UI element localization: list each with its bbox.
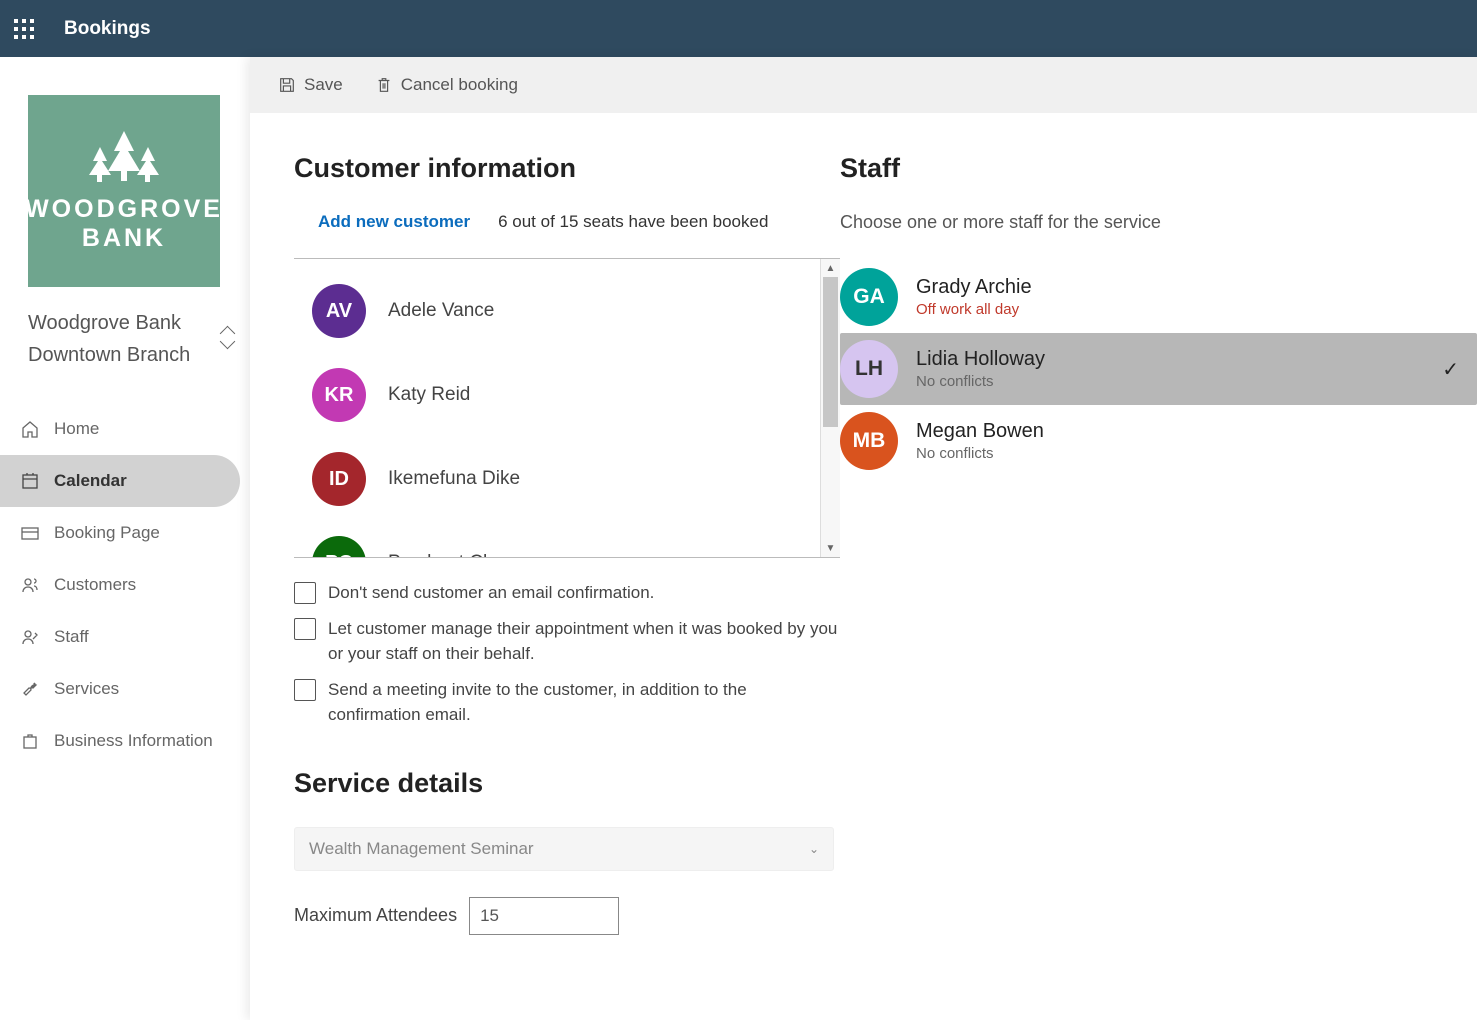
checkbox-send-invite-label: Send a meeting invite to the customer, i… [328,677,840,728]
customer-avatar: AV [312,284,366,338]
nav-item-label: Home [54,419,99,439]
max-attendees-label: Maximum Attendees [294,905,457,926]
customer-list-scrollbar[interactable]: ▲ ▼ [820,259,840,557]
chevron-down-icon: ⌄ [809,842,819,856]
staff-status: No conflicts [916,373,1424,390]
service-select[interactable]: Wealth Management Seminar ⌄ [294,827,834,871]
brand-line-2: BANK [82,224,166,253]
staff-name: Lidia Holloway [916,348,1424,371]
home-icon [20,419,40,439]
staff-row[interactable]: MB Megan Bowen No conflicts [840,405,1477,477]
business-name-line1: Woodgrove Bank [28,307,190,339]
checkbox-let-manage-label: Let customer manage their appointment wh… [328,616,840,667]
services-icon [20,679,40,699]
chevron-updown-icon [218,328,240,350]
checkbox-no-email-label: Don't send customer an email confirmatio… [328,580,840,606]
staff-avatar: MB [840,412,898,470]
trees-icon [74,129,174,189]
staff-icon [20,627,40,647]
app-launcher-icon[interactable] [14,19,34,39]
customer-list: AV Adele Vance KR Katy Reid ID Ikemefuna Dike… [294,258,840,558]
staff-name: Grady Archie [916,276,1459,299]
brand-line-1: WOODGROVE [25,195,223,224]
customer-name: Prashant Chourey [388,552,541,557]
customer-row[interactable]: KR Katy Reid [312,353,810,437]
seat-status: 6 out of 15 seats have been booked [498,212,768,232]
nav-item-label: Booking Page [54,523,160,543]
nav-item-label: Customers [54,575,136,595]
cancel-booking-label: Cancel booking [401,75,518,95]
save-button[interactable]: Save [278,75,343,95]
trash-icon [375,76,393,94]
customer-name: Adele Vance [388,300,494,322]
sidebar: WOODGROVE BANK Woodgrove Bank Downtown B… [0,57,250,1020]
max-attendees-input[interactable] [469,897,619,935]
save-label: Save [304,75,343,95]
app-title: Bookings [64,18,151,40]
business-name-line2: Downtown Branch [28,339,190,371]
staff-status: Off work all day [916,301,1459,318]
nav-item-home[interactable]: Home [0,403,250,455]
main-panel: Save Cancel booking Customer information… [250,57,1477,1020]
business-info-icon [20,731,40,751]
cancel-booking-button[interactable]: Cancel booking [375,75,518,95]
toolbar: Save Cancel booking [250,57,1477,113]
customer-row[interactable]: AV Adele Vance [312,269,810,353]
booking-page-icon [20,523,40,543]
nav-item-calendar[interactable]: Calendar [0,455,240,507]
staff-status: No conflicts [916,445,1459,462]
nav-item-label: Staff [54,627,89,647]
customer-info-title: Customer information [294,153,840,184]
service-select-value: Wealth Management Seminar [309,839,534,859]
nav-item-business-info[interactable]: Business Information [0,715,250,767]
add-customer-link[interactable]: Add new customer [318,212,470,232]
checkbox-let-manage[interactable] [294,618,316,640]
staff-avatar: GA [840,268,898,326]
save-icon [278,76,296,94]
nav-item-services[interactable]: Services [0,663,250,715]
checkbox-no-email[interactable] [294,582,316,604]
business-logo: WOODGROVE BANK [28,95,220,287]
nav: Home Calendar Booking Page Customers Staff Se… [0,403,250,767]
staff-row[interactable]: GA Grady Archie Off work all day [840,261,1477,333]
checkbox-send-invite[interactable] [294,679,316,701]
topbar: Bookings [0,0,1477,57]
customer-avatar: ID [312,452,366,506]
customers-icon [20,575,40,595]
customer-avatar: KR [312,368,366,422]
customer-row[interactable]: PC Prashant Chourey [312,521,810,557]
staff-subtext: Choose one or more staff for the service [840,212,1477,233]
scroll-thumb[interactable] [823,277,838,427]
nav-item-customers[interactable]: Customers [0,559,250,611]
customer-name: Katy Reid [388,384,470,406]
nav-item-staff[interactable]: Staff [0,611,250,663]
customer-row[interactable]: ID Ikemefuna Dike [312,437,810,521]
staff-avatar: LH [840,340,898,398]
nav-item-label: Calendar [54,471,127,491]
customer-avatar: PC [312,536,366,557]
staff-title: Staff [840,153,1477,184]
staff-name: Megan Bowen [916,420,1459,443]
business-switcher[interactable]: Woodgrove Bank Downtown Branch [0,287,250,385]
nav-item-label: Services [54,679,119,699]
staff-list: GA Grady Archie Off work all day LH Lidia Ho… [840,261,1477,477]
nav-item-label: Business Information [54,731,213,751]
customer-name: Ikemefuna Dike [388,468,520,490]
service-details-title: Service details [294,768,840,799]
calendar-icon [20,471,40,491]
staff-row[interactable]: LH Lidia Holloway No conflicts ✓ [840,333,1477,405]
checkmark-icon: ✓ [1442,357,1459,382]
scroll-down-icon[interactable]: ▼ [821,539,840,557]
scroll-up-icon[interactable]: ▲ [821,259,840,277]
nav-item-booking-page[interactable]: Booking Page [0,507,250,559]
